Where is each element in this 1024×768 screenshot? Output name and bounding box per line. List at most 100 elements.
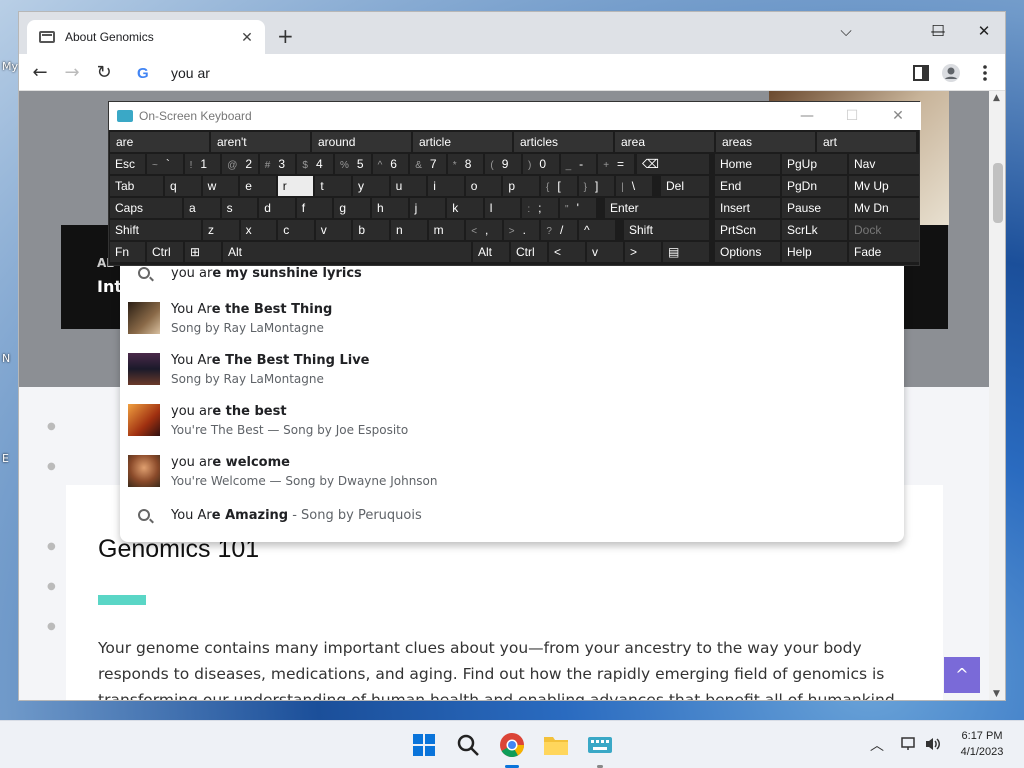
prediction-articles[interactable]: articles: [514, 132, 613, 152]
key-][interactable]: }]: [578, 176, 615, 196]
minimize-icon[interactable]: [869, 12, 915, 42]
search-button[interactable]: [452, 729, 484, 761]
key-.[interactable]: >.: [503, 220, 540, 240]
share-icon[interactable]: ●: [47, 581, 56, 592]
key-Del[interactable]: Del: [661, 176, 709, 196]
key-z[interactable]: z: [203, 220, 239, 240]
key-<[interactable]: <: [549, 242, 585, 262]
key-8[interactable]: * 8: [447, 154, 484, 174]
key-q[interactable]: q: [165, 176, 201, 196]
key-pgup[interactable]: PgUp: [782, 154, 847, 174]
key-Shift[interactable]: Shift: [110, 220, 201, 240]
page-scrollbar[interactable]: ▲ ▼: [989, 91, 1005, 700]
share-icon[interactable]: ●: [47, 421, 56, 432]
key-1[interactable]: ! 1: [184, 154, 221, 174]
key-2[interactable]: @2: [222, 154, 258, 174]
scrollbar-thumb[interactable]: [993, 163, 1003, 223]
prediction-areas[interactable]: areas: [716, 132, 815, 152]
key-h[interactable]: h: [372, 198, 408, 218]
key-,[interactable]: <,: [466, 220, 502, 240]
address-bar[interactable]: G you ar: [121, 56, 905, 90]
profile-icon[interactable]: [941, 63, 961, 83]
forward-button[interactable]: →: [59, 60, 85, 86]
key-4[interactable]: $4: [297, 154, 333, 174]
key-Enter[interactable]: Enter: [605, 198, 709, 218]
maximize-button[interactable]: ☐: [915, 16, 961, 46]
key-Shift[interactable]: Shift: [624, 220, 709, 240]
key-9[interactable]: (9: [485, 154, 521, 174]
osk-title-bar[interactable]: On-Screen Keyboard — ☐ ✕: [109, 102, 921, 130]
osk-taskbar-button[interactable]: [584, 729, 616, 768]
menu-kebab-icon[interactable]: [975, 63, 995, 83]
hero-title[interactable]: Int: [97, 277, 122, 296]
key-n[interactable]: n: [391, 220, 427, 240]
key-Ctrl[interactable]: Ctrl: [511, 242, 547, 262]
key-5[interactable]: % 5: [335, 154, 371, 174]
start-button[interactable]: [408, 729, 440, 761]
key-x[interactable]: x: [240, 220, 277, 240]
suggestion-item[interactable]: You Are the Best Thing Song by Ray LaMont…: [120, 298, 904, 338]
share-icon[interactable]: ●: [47, 461, 56, 472]
key-p[interactable]: p: [503, 176, 539, 196]
key-\[interactable]: | \: [616, 176, 652, 196]
key-home[interactable]: Home: [715, 154, 780, 174]
key-⌫[interactable]: ⌫: [637, 154, 709, 174]
key-Alt[interactable]: Alt: [223, 242, 471, 262]
key-d[interactable]: d: [259, 198, 295, 218]
key-6[interactable]: ^ 6: [372, 154, 409, 174]
network-icon[interactable]: [900, 735, 918, 753]
new-tab-button[interactable]: +: [277, 24, 294, 48]
key-u[interactable]: u: [390, 176, 427, 196]
show-hidden-icons-chevron-icon[interactable]: ︿: [870, 735, 884, 755]
key-mv-dn[interactable]: Mv Dn: [849, 198, 919, 218]
key-m[interactable]: m: [428, 220, 465, 240]
key-Fn[interactable]: Fn: [110, 242, 145, 262]
key-g[interactable]: g: [334, 198, 370, 218]
key-v[interactable]: v: [587, 242, 623, 262]
key-l[interactable]: l: [484, 198, 521, 218]
key-Caps[interactable]: Caps: [110, 198, 182, 218]
volume-icon[interactable]: [924, 735, 942, 753]
close-window-button[interactable]: ✕: [961, 16, 1005, 46]
key-r[interactable]: r: [277, 176, 314, 196]
clock[interactable]: 6:17 PM 4/1/2023: [950, 728, 1014, 760]
key-options[interactable]: Options: [715, 242, 780, 262]
tab-search-chevron-icon[interactable]: ⌵: [823, 16, 869, 46]
key-t[interactable]: t: [315, 176, 351, 196]
key-prtscn[interactable]: PrtScn: [715, 220, 780, 240]
key-3[interactable]: #3: [259, 154, 296, 174]
key-scrlk[interactable]: ScrLk: [782, 220, 847, 240]
key-'[interactable]: " ': [560, 198, 596, 218]
key-▤[interactable]: ▤: [663, 242, 709, 262]
share-icon[interactable]: ●: [47, 621, 56, 632]
key-=[interactable]: + =: [598, 154, 634, 174]
prediction-around[interactable]: around: [312, 132, 411, 152]
key-e[interactable]: e: [240, 176, 276, 196]
key-f[interactable]: f: [296, 198, 333, 218]
chrome-taskbar-button[interactable]: [496, 729, 528, 768]
suggestion-item[interactable]: you are the best You're The Best — Song b…: [120, 400, 904, 440]
key-s[interactable]: s: [221, 198, 258, 218]
key-w[interactable]: w: [202, 176, 239, 196]
key-help[interactable]: Help: [782, 242, 847, 262]
key-`[interactable]: ~ `: [147, 154, 183, 174]
prediction-are[interactable]: are: [110, 132, 209, 152]
scroll-up-icon[interactable]: ▲: [993, 93, 1000, 103]
key-Tab[interactable]: Tab: [110, 176, 163, 196]
prediction-arent[interactable]: aren't: [211, 132, 310, 152]
key-⊞[interactable]: ⊞: [185, 242, 221, 262]
tab-about-genomics[interactable]: About Genomics ✕: [27, 20, 265, 54]
key-pgdn[interactable]: PgDn: [782, 176, 847, 196]
key-Esc[interactable]: Esc: [110, 154, 145, 174]
key-o[interactable]: o: [465, 176, 502, 196]
side-panel-icon[interactable]: [911, 63, 931, 83]
key-7[interactable]: & 7: [410, 154, 446, 174]
scroll-to-top-button[interactable]: ^: [944, 657, 980, 693]
key-insert[interactable]: Insert: [715, 198, 780, 218]
key-y[interactable]: y: [353, 176, 389, 196]
close-tab-icon[interactable]: ✕: [239, 29, 255, 46]
key--[interactable]: _ -: [560, 154, 597, 174]
key-0[interactable]: ) 0: [523, 154, 559, 174]
osk-maximize-button[interactable]: ☐: [829, 102, 875, 130]
share-icon[interactable]: ●: [47, 541, 56, 552]
